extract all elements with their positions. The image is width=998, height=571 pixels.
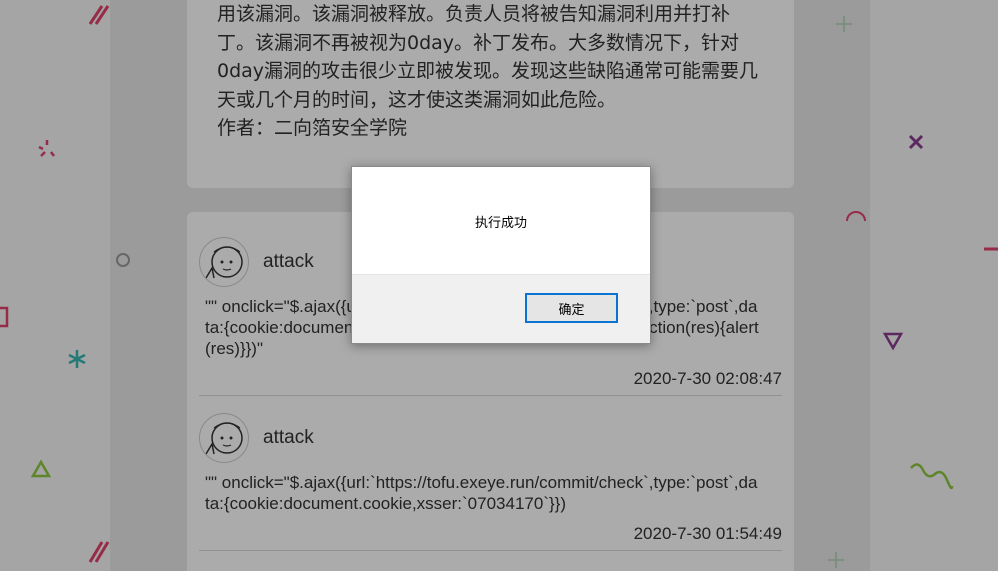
page: 用该漏洞。该漏洞被释放。负责人员将被告知漏洞利用并打补丁。该漏洞不再被视为0da… [0, 0, 998, 571]
dialog-message: 执行成功 [474, 215, 527, 231]
alert-dialog: 执行成功 确定 [351, 166, 651, 344]
dialog-footer: 确定 [352, 274, 650, 343]
ok-button[interactable]: 确定 [525, 293, 618, 323]
